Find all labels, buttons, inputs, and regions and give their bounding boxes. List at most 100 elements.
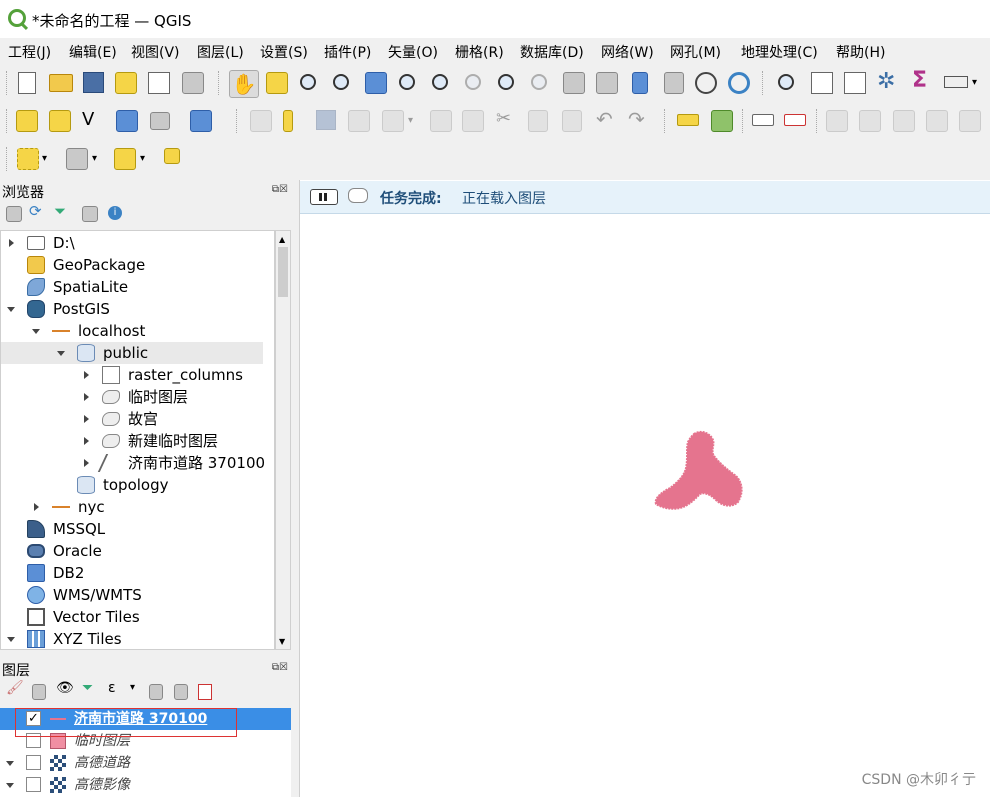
- select-by-location-icon[interactable]: [164, 148, 180, 164]
- menu-vector[interactable]: 矢量(O): [388, 42, 438, 62]
- browser-scrollbar[interactable]: ▲ ▼: [275, 230, 291, 650]
- layer-row[interactable]: 临时图层: [0, 730, 291, 752]
- zoom-native-icon[interactable]: [465, 74, 481, 90]
- panel-splitter[interactable]: [292, 180, 299, 797]
- collapse-arrow-icon[interactable]: [7, 307, 15, 312]
- menu-settings[interactable]: 设置(S): [260, 42, 308, 62]
- menu-project[interactable]: 工程(J): [8, 42, 51, 62]
- style-layer-icon[interactable]: 🖌: [6, 680, 24, 696]
- zoom-out-icon[interactable]: [333, 74, 349, 90]
- browser-item-topology[interactable]: topology: [1, 474, 263, 496]
- move-label-icon[interactable]: [893, 110, 915, 132]
- collapse-arrow-icon[interactable]: [32, 329, 40, 334]
- filter-legend-icon[interactable]: ⏷: [82, 680, 93, 696]
- new-temporary-layer-icon[interactable]: [150, 112, 170, 130]
- layer-visibility-checkbox[interactable]: [26, 755, 41, 770]
- browser-item-raster-columns[interactable]: raster_columns: [1, 364, 263, 386]
- browser-item-localhost[interactable]: localhost: [1, 320, 263, 342]
- measure-dropdown-icon[interactable]: ▾: [972, 77, 990, 101]
- add-selected-layers-icon[interactable]: [6, 206, 22, 222]
- collapse-arrow-icon[interactable]: [6, 761, 14, 766]
- browser-item-spatialite[interactable]: SpatiaLite: [1, 276, 263, 298]
- vertex-dropdown-icon[interactable]: ▾: [408, 115, 432, 139]
- show-bookmarks-icon[interactable]: [664, 72, 684, 94]
- expand-all-icon[interactable]: [149, 684, 163, 700]
- open-project-icon[interactable]: [49, 74, 73, 92]
- layout-manager-icon[interactable]: [148, 72, 170, 94]
- change-label-icon[interactable]: [959, 110, 981, 132]
- map-canvas[interactable]: [299, 180, 990, 797]
- identify-features-icon[interactable]: [778, 74, 794, 90]
- info-icon[interactable]: i: [108, 206, 122, 220]
- select-features-icon[interactable]: [17, 148, 39, 170]
- browser-item-[interactable]: 故宫: [1, 408, 263, 430]
- panel-float-close-icon[interactable]: ⧉☒: [272, 662, 288, 673]
- statistics-sum-icon[interactable]: Σ: [912, 69, 936, 93]
- expand-arrow-icon[interactable]: [84, 437, 89, 445]
- select-dropdown-icon[interactable]: ▾: [42, 153, 66, 177]
- menu-raster[interactable]: 栅格(R): [455, 42, 504, 62]
- new-spatialite-layer-icon[interactable]: [116, 110, 138, 132]
- layer-labeling-options-icon[interactable]: [752, 114, 774, 126]
- menu-view[interactable]: 视图(V): [131, 42, 180, 62]
- redo-icon[interactable]: ↷: [628, 107, 652, 131]
- refresh-icon[interactable]: [728, 72, 750, 94]
- new-print-layout-icon[interactable]: [115, 72, 137, 94]
- current-edits-icon[interactable]: [250, 110, 272, 132]
- new-shapefile-layer-icon[interactable]: V: [82, 108, 106, 132]
- refresh-icon[interactable]: ⟳: [29, 202, 42, 220]
- processing-toolbox-icon[interactable]: ✲: [877, 71, 901, 95]
- toggle-editing-icon[interactable]: [283, 110, 293, 132]
- new-bookmark-icon[interactable]: [632, 72, 648, 94]
- browser-item-[interactable]: 临时图层: [1, 386, 263, 408]
- browser-item-mssql[interactable]: MSSQL: [1, 518, 263, 540]
- layer-visibility-checkbox[interactable]: [26, 777, 41, 792]
- expand-arrow-icon[interactable]: [84, 393, 89, 401]
- select-by-value-dropdown-icon[interactable]: ▾: [92, 153, 116, 177]
- layer-diagram-options-icon[interactable]: [784, 114, 806, 126]
- expand-arrow-icon[interactable]: [9, 239, 14, 247]
- collapse-all-icon[interactable]: [82, 206, 98, 222]
- style-manager-icon[interactable]: [182, 72, 204, 94]
- browser-item-370100[interactable]: 济南市道路 370100: [1, 452, 265, 474]
- paste-features-icon[interactable]: [562, 110, 582, 132]
- undo-icon[interactable]: ↶: [596, 107, 620, 131]
- zoom-to-selection-icon[interactable]: [399, 74, 415, 90]
- pin-labels-icon[interactable]: [826, 110, 848, 132]
- attribute-table-icon[interactable]: [811, 72, 833, 94]
- scroll-down-icon[interactable]: ▼: [279, 637, 285, 646]
- rotate-label-icon[interactable]: [926, 110, 948, 132]
- zoom-to-layer-icon[interactable]: [432, 74, 448, 90]
- browser-item-postgis[interactable]: PostGIS: [1, 298, 263, 320]
- diagram-options-icon[interactable]: [711, 110, 733, 132]
- save-project-icon[interactable]: [83, 72, 104, 93]
- save-layer-edits-icon[interactable]: [316, 110, 336, 130]
- expand-arrow-icon[interactable]: [34, 503, 39, 511]
- pause-rendering-icon[interactable]: [310, 189, 338, 205]
- menu-mesh[interactable]: 网孔(M): [670, 42, 721, 62]
- modify-attributes-icon[interactable]: [430, 110, 452, 132]
- pan-map-icon[interactable]: ✋: [229, 70, 259, 98]
- collapse-arrow-icon[interactable]: [6, 783, 14, 788]
- layer-row[interactable]: 高德影像: [0, 774, 291, 796]
- browser-item-nyc[interactable]: nyc: [1, 496, 263, 518]
- menu-edit[interactable]: 编辑(E): [69, 42, 117, 62]
- filter-icon[interactable]: ⏷: [54, 202, 66, 220]
- expand-arrow-icon[interactable]: [84, 415, 89, 423]
- collapse-arrow-icon[interactable]: [7, 637, 15, 642]
- collapse-all-layers-icon[interactable]: [174, 684, 188, 700]
- new-3d-view-icon[interactable]: [596, 72, 618, 94]
- filter-expression-dropdown-icon[interactable]: ▾: [130, 682, 135, 693]
- zoom-full-icon[interactable]: [365, 72, 387, 94]
- remove-layer-icon[interactable]: [198, 684, 212, 700]
- pan-to-selection-icon[interactable]: [266, 72, 288, 94]
- new-geopackage-layer-icon[interactable]: [49, 110, 71, 132]
- browser-item-db2[interactable]: DB2: [1, 562, 263, 584]
- scroll-up-icon[interactable]: ▲: [279, 235, 285, 244]
- layer-visibility-checkbox[interactable]: [26, 733, 41, 748]
- browser-item-[interactable]: 新建临时图层: [1, 430, 263, 452]
- message-bubble-icon[interactable]: [348, 188, 368, 203]
- vertex-tool-icon[interactable]: [382, 110, 404, 132]
- browser-item-public[interactable]: public: [1, 342, 263, 364]
- cut-features-icon[interactable]: ✂: [496, 108, 520, 132]
